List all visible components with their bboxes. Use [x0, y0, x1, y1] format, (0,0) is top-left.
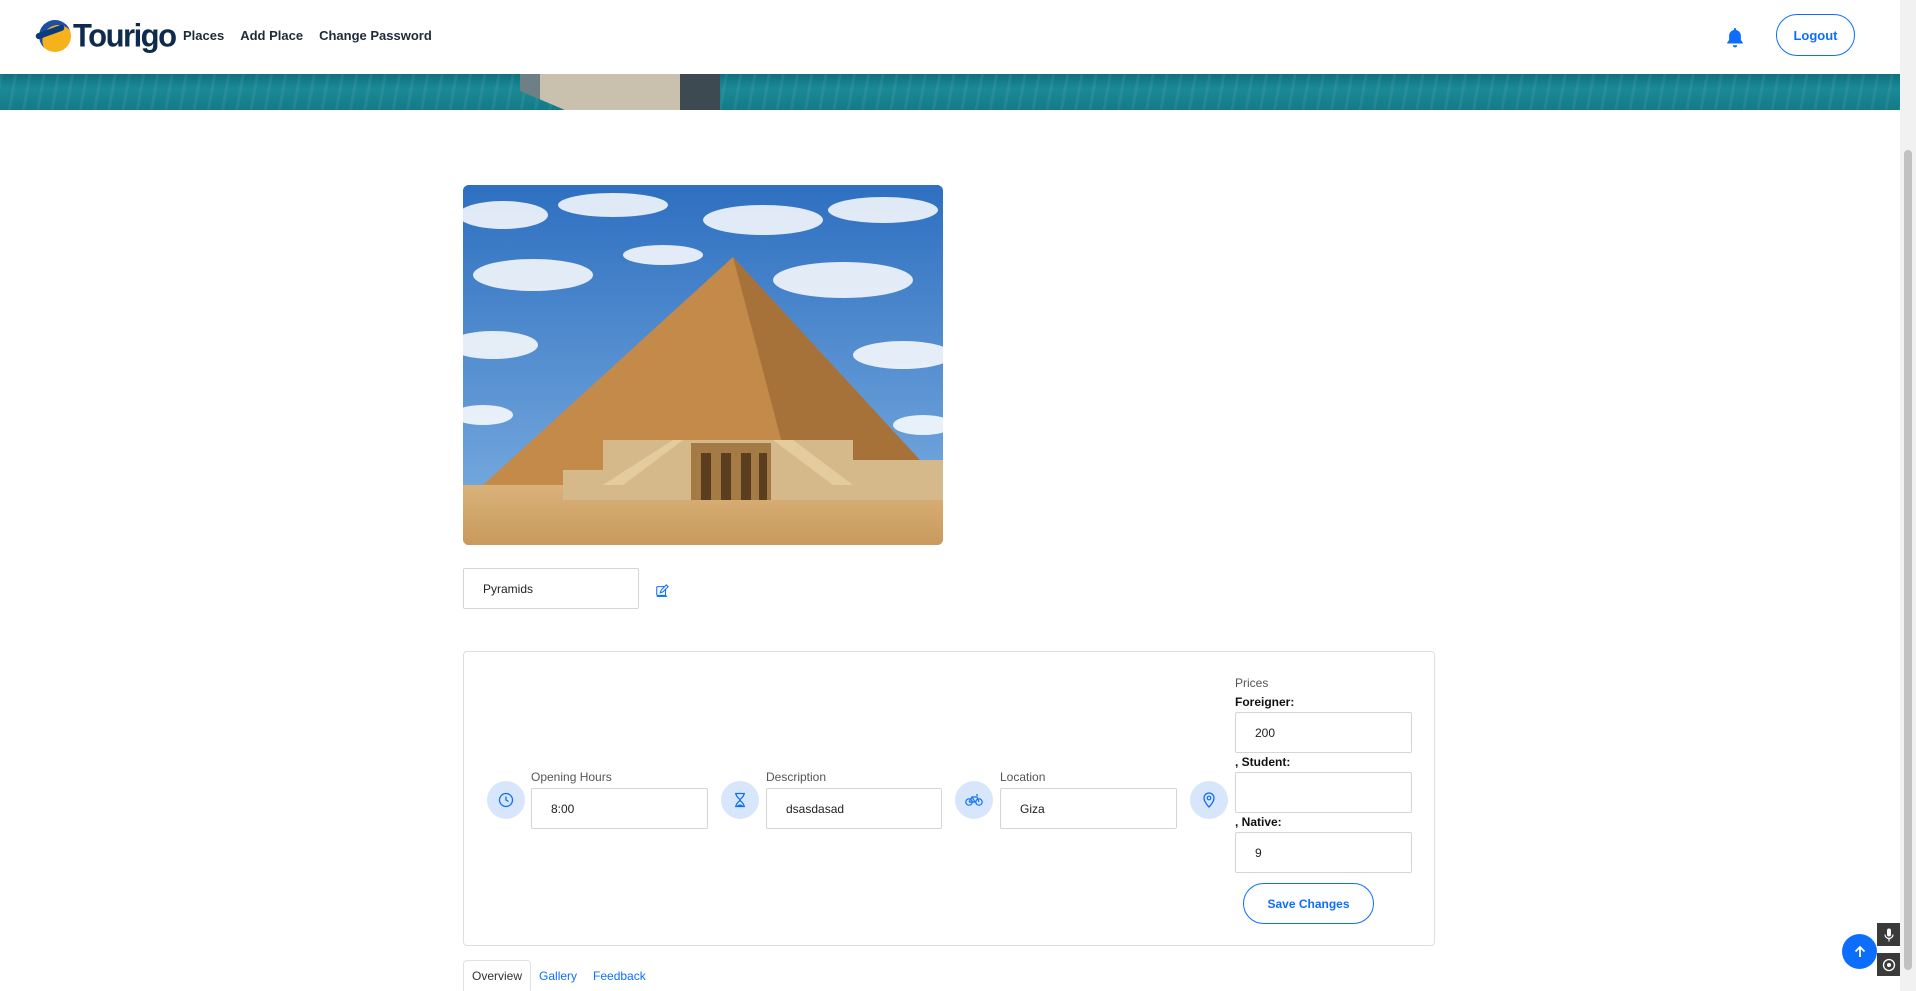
nav-change-password[interactable]: Change Password — [319, 28, 432, 43]
nav-places[interactable]: Places — [183, 28, 224, 43]
student-price-input[interactable] — [1235, 772, 1412, 813]
logout-button[interactable]: Logout — [1776, 14, 1855, 56]
scroll-to-top-button[interactable] — [1842, 934, 1877, 969]
banner-bridge-image — [480, 74, 820, 110]
foreigner-price-label: Foreigner: — [1235, 695, 1295, 709]
vertical-scrollbar[interactable] — [1900, 0, 1916, 991]
target-icon — [1882, 958, 1895, 971]
clock-icon — [487, 781, 525, 819]
tab-overview[interactable]: Overview — [463, 960, 532, 991]
hourglass-icon — [721, 781, 759, 819]
description-label: Description — [766, 770, 827, 784]
bicycle-icon — [955, 781, 993, 819]
save-changes-button[interactable]: Save Changes — [1243, 883, 1374, 924]
main-nav: Places Add Place Change Password — [183, 28, 432, 43]
foreigner-price-input[interactable]: 200 — [1235, 712, 1412, 753]
native-price-input[interactable]: 9 — [1235, 832, 1412, 873]
pyramid-photo — [463, 185, 943, 545]
edit-icon[interactable] — [655, 584, 669, 598]
tab-feedback[interactable]: Feedback — [585, 960, 654, 991]
opening-hours-input[interactable]: 8:00 — [531, 788, 708, 829]
microphone-icon — [1883, 928, 1894, 941]
student-price-label: , Student: — [1235, 755, 1291, 769]
logo-icon — [39, 20, 71, 52]
tab-gallery[interactable]: Gallery — [531, 960, 585, 991]
map-pin-icon — [1190, 781, 1228, 819]
arrow-up-icon — [1854, 945, 1865, 957]
bell-icon[interactable] — [1726, 28, 1744, 48]
page: Tourigo Places Add Place Change Password… — [0, 0, 1916, 991]
prices-title: Prices — [1235, 676, 1269, 690]
description-input[interactable]: dsasdasad — [766, 788, 942, 829]
native-price-label: , Native: — [1235, 815, 1282, 829]
location-input[interactable]: Giza — [1000, 788, 1177, 829]
brand-name: Tourigo — [73, 17, 177, 54]
place-tabs: Overview Gallery Feedback — [463, 960, 654, 991]
place-main-image — [463, 185, 943, 545]
scrollbar-thumb[interactable] — [1904, 150, 1912, 970]
place-details-card: Opening Hours 8:00 Description dsasdasad… — [463, 651, 1435, 946]
nav-add-place[interactable]: Add Place — [240, 28, 303, 43]
opening-hours-label: Opening Hours — [531, 770, 612, 784]
microphone-button[interactable] — [1877, 923, 1900, 946]
brand-logo[interactable]: Tourigo — [39, 17, 177, 54]
top-navbar: Tourigo Places Add Place Change Password… — [0, 0, 1900, 74]
location-label: Location — [1000, 770, 1046, 784]
place-name-input[interactable]: Pyramids — [463, 568, 639, 609]
hero-banner — [0, 74, 1900, 110]
accessibility-button[interactable] — [1877, 953, 1900, 976]
